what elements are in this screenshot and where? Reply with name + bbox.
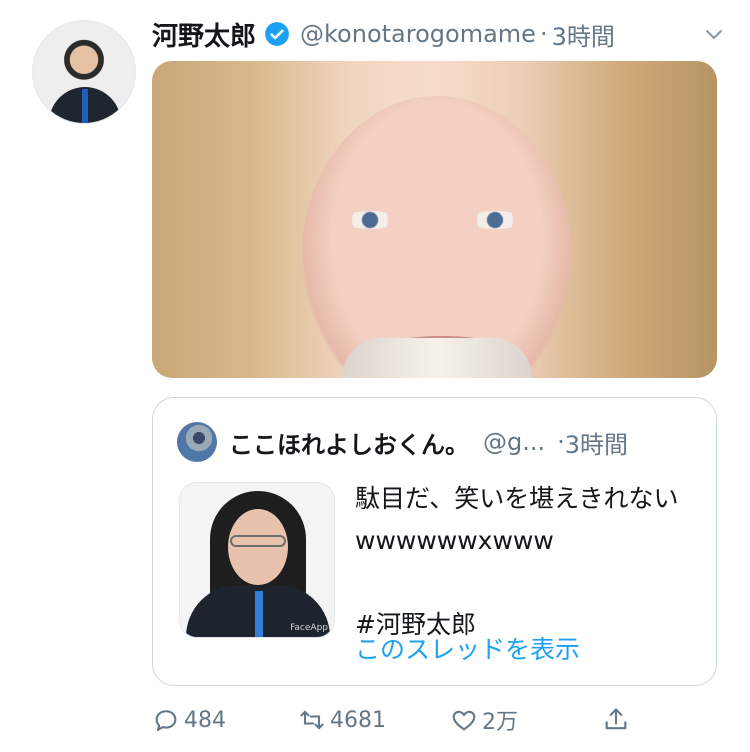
quoted-photo-glasses: [230, 535, 286, 547]
quoted-author-handle: @g...: [483, 428, 546, 456]
quoted-author-avatar: [177, 422, 217, 462]
author-avatar[interactable]: [32, 20, 136, 124]
quoted-separator-dot: ·: [557, 428, 565, 456]
author-name[interactable]: 河野太郎: [152, 16, 256, 53]
avatar-tie: [82, 89, 88, 123]
quoted-photo-tie: [255, 591, 263, 637]
share-icon: [605, 708, 627, 730]
quoted-tweet-image[interactable]: FaceApp: [179, 482, 335, 638]
tweet-media-image[interactable]: [152, 61, 717, 378]
reply-count: 484: [184, 707, 226, 733]
photo-collar: [342, 338, 532, 378]
photo-eye-left: [342, 211, 398, 229]
retweet-count: 4681: [330, 707, 386, 733]
quoted-photo-face: [228, 509, 288, 585]
separator-dot: ·: [539, 20, 548, 48]
tweet-timestamp[interactable]: 3時間: [552, 17, 615, 52]
faceapp-watermark: FaceApp: [290, 623, 328, 633]
quoted-tweet-text: 駄目だ、笑いを堪えきれないwwwwwwxwww #河野太郎: [355, 484, 679, 639]
quoted-timestamp: 3時間: [564, 430, 629, 459]
author-handle[interactable]: @konotarogomame: [300, 20, 536, 48]
quoted-author-name: ここほれよしおくん。: [229, 430, 469, 459]
photo-eye-right: [467, 211, 523, 229]
tweet-action-bar: 484 4681 2万: [152, 700, 717, 740]
show-thread-link[interactable]: このスレッドを表示: [355, 630, 580, 666]
reply-button[interactable]: 484: [152, 702, 226, 738]
like-button[interactable]: 2万: [450, 702, 518, 738]
chevron-down-icon[interactable]: [702, 22, 726, 46]
share-button[interactable]: [602, 702, 634, 738]
heart-icon: [452, 710, 476, 731]
verified-badge-icon: [265, 22, 289, 46]
tweet-header: 河野太郎 @konotarogomame · 3時間: [152, 12, 730, 56]
retweet-icon: [300, 710, 324, 730]
quoted-tweet-card[interactable]: ここほれよしおくん。 @g... · 3時間 FaceApp 駄目だ、笑いを堪え…: [152, 397, 717, 686]
reply-icon: [155, 710, 177, 731]
retweet-button[interactable]: 4681: [298, 702, 386, 738]
like-count: 2万: [482, 710, 518, 735]
quoted-tweet-header: ここほれよしおくん。 @g... · 3時間: [177, 422, 696, 462]
